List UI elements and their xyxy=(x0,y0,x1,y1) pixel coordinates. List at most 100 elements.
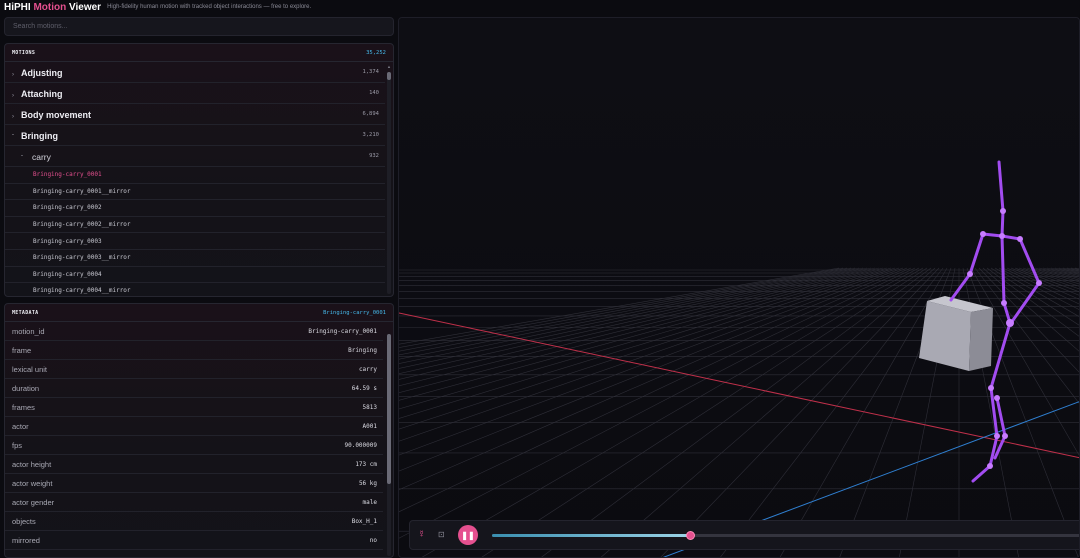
category-label: Body movement xyxy=(21,110,92,120)
metadata-key: lexical unit xyxy=(12,364,48,374)
motion-item[interactable]: Bringing-carry_0003__mirror xyxy=(5,250,385,267)
metadata-row: actor A001 xyxy=(5,417,383,436)
category-label: Bringing xyxy=(21,131,58,141)
metadata-value: Box_H_1 xyxy=(351,517,377,525)
category-count: 140 xyxy=(369,90,379,96)
timeline-track[interactable] xyxy=(492,531,1079,540)
skeleton-icon[interactable]: ☿ xyxy=(418,529,426,540)
motion-item-label: Bringing-carry_0003 xyxy=(33,237,102,245)
top-bar: HiPHI Motion Viewer High-fidelity human … xyxy=(0,0,1080,14)
scene-canvas[interactable] xyxy=(399,18,1080,558)
motions-total: 35,252 xyxy=(366,49,386,56)
focus-icon[interactable]: ⊡ xyxy=(438,530,445,539)
motions-scrollbar[interactable] xyxy=(387,72,391,294)
scrollbar-thumb[interactable] xyxy=(387,334,391,484)
category-body-movement[interactable]: › Body movement 6,894 xyxy=(5,104,385,125)
metadata-row: fps 90.000009 xyxy=(5,436,383,455)
motion-item[interactable]: Bringing-carry_0001__mirror xyxy=(5,184,385,201)
scrollbar-thumb[interactable] xyxy=(387,72,391,80)
metadata-key: objects xyxy=(12,516,36,526)
metadata-key: actor weight xyxy=(12,478,53,488)
metadata-title: METADATA xyxy=(12,309,39,316)
pause-icon: ❚❚ xyxy=(461,530,475,540)
chevron-down-icon: ˇ xyxy=(12,135,14,141)
timeline-knob[interactable] xyxy=(686,531,695,540)
pause-button[interactable]: ❚❚ xyxy=(458,525,478,545)
motion-item[interactable]: Bringing-carry_0002__mirror xyxy=(5,217,385,234)
category-adjusting[interactable]: › Adjusting 1,374 xyxy=(5,62,385,83)
category-attaching[interactable]: › Attaching 140 xyxy=(5,83,385,104)
playback-controls: ☿ ⊡ ❚❚ xyxy=(409,520,1079,550)
metadata-row: mirrored no xyxy=(5,531,383,550)
metadata-key: mirrored xyxy=(12,535,40,545)
category-label: Adjusting xyxy=(21,68,63,78)
category-count: 6,894 xyxy=(362,111,379,117)
app-title: HiPHI Motion Viewer xyxy=(4,2,101,13)
scroll-up-icon[interactable]: ▲ xyxy=(387,64,391,69)
brand-prefix: HiPHI xyxy=(4,1,31,13)
left-sidebar: Search motions... MOTIONS 35,252 › Adjust… xyxy=(4,17,394,558)
metadata-row: actor gender male xyxy=(5,493,383,512)
metadata-key: duration xyxy=(12,383,40,393)
motion-item[interactable]: Bringing-carry_0003 xyxy=(5,233,385,250)
brand-accent: Motion xyxy=(33,1,67,13)
metadata-row: duration 64.59 s xyxy=(5,379,383,398)
category-label: Attaching xyxy=(21,89,63,99)
metadata-key: frames xyxy=(12,402,35,412)
motion-item[interactable]: Bringing-carry_0004 xyxy=(5,267,385,284)
metadata-row: frames 5813 xyxy=(5,398,383,417)
metadata-row: motion_id Bringing-carry_0001 xyxy=(5,322,383,341)
motion-item[interactable]: Bringing-carry_0004__mirror xyxy=(5,283,385,296)
metadata-scrollbar[interactable] xyxy=(387,334,391,556)
metadata-row: lexical unit carry xyxy=(5,360,383,379)
3d-viewport[interactable]: ☿ ⊡ ❚❚ xyxy=(398,17,1080,558)
metadata-value: Bringing xyxy=(348,346,377,354)
metadata-value: male xyxy=(362,498,377,506)
metadata-value: Bringing-carry_0001 xyxy=(308,327,377,335)
metadata-value: 173 cm xyxy=(355,460,377,468)
chevron-right-icon: › xyxy=(12,114,14,120)
motion-item[interactable]: Bringing-carry_0001 xyxy=(5,167,385,184)
motion-item-label: Bringing-carry_0002__mirror xyxy=(33,221,131,229)
motions-panel: MOTIONS 35,252 › Adjusting 1,374 › Attachi… xyxy=(4,43,394,297)
motion-item-label: Bringing-carry_0004__mirror xyxy=(33,287,131,295)
metadata-value: 64.59 s xyxy=(351,384,377,392)
motions-header: MOTIONS 35,252 xyxy=(5,44,393,62)
metadata-selected: Bringing-carry_0001 xyxy=(323,309,386,316)
metadata-row: objects Box_H_1 xyxy=(5,512,383,531)
metadata-row: actor weight 56 kg xyxy=(5,474,383,493)
metadata-row: frame Bringing xyxy=(5,341,383,360)
chevron-right-icon: › xyxy=(12,72,14,78)
motion-item-label: Bringing-carry_0001__mirror xyxy=(33,187,131,195)
chevron-right-icon: › xyxy=(12,93,14,99)
category-count: 3,210 xyxy=(362,132,379,138)
metadata-key: actor xyxy=(12,421,29,431)
metadata-list: motion_id Bringing-carry_0001 frame Bringi… xyxy=(5,322,383,557)
motion-item[interactable]: Bringing-carry_0002 xyxy=(5,200,385,217)
metadata-value: 56 kg xyxy=(358,479,377,487)
category-count: 1,374 xyxy=(362,69,379,75)
chevron-down-icon: ˇ xyxy=(21,156,23,162)
metadata-key: actor gender xyxy=(12,497,55,507)
metadata-header: METADATA Bringing-carry_0001 xyxy=(5,304,393,322)
brand-suffix: Viewer xyxy=(69,1,102,13)
subcategory-carry[interactable]: ˇ carry 932 xyxy=(5,146,385,167)
metadata-key: actor height xyxy=(12,459,52,469)
motion-item-label: Bringing-carry_0002 xyxy=(33,204,102,212)
category-bringing[interactable]: ˇ Bringing 3,210 xyxy=(5,125,385,146)
timeline-progress xyxy=(492,534,690,537)
search-input[interactable]: Search motions... xyxy=(4,17,394,36)
metadata-panel: METADATA Bringing-carry_0001 motion_id Br… xyxy=(4,303,394,558)
metadata-row: actor height 173 cm xyxy=(5,455,383,474)
carried-box xyxy=(919,296,993,371)
metadata-key: fps xyxy=(12,440,23,450)
motion-item-label: Bringing-carry_0004 xyxy=(33,270,102,278)
motions-list: › Adjusting 1,374 › Attaching 140 › Body mo… xyxy=(5,62,385,296)
subcategory-label: carry xyxy=(32,152,51,162)
metadata-key: frame xyxy=(12,345,32,355)
metadata-value: A001 xyxy=(362,422,377,430)
metadata-value: carry xyxy=(358,365,377,373)
motions-title: MOTIONS xyxy=(12,49,36,56)
metadata-value: 90.000009 xyxy=(344,441,377,449)
metadata-value: no xyxy=(369,536,377,544)
